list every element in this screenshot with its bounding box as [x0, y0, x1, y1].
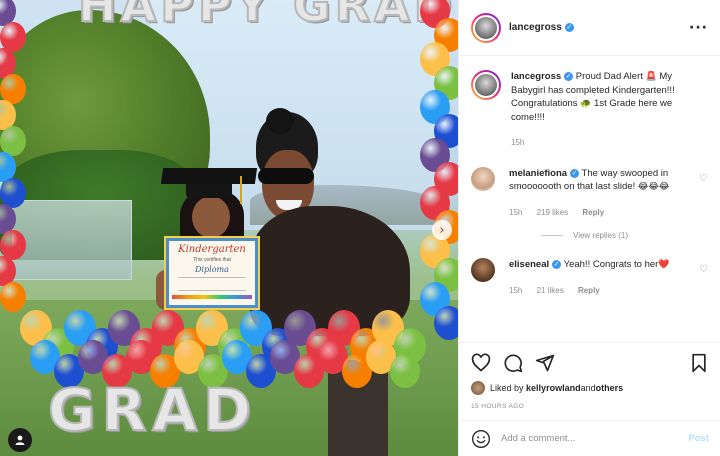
post-header: lancegross ✓ ···: [459, 0, 720, 56]
caption-avatar-ring[interactable]: [471, 70, 501, 100]
comment-time: 15h: [509, 208, 523, 217]
comments-list[interactable]: lancegross ✓ Proud Dad Alert 🚨 My Babygir…: [459, 56, 720, 342]
comment-like-heart-icon[interactable]: ♡: [699, 167, 708, 219]
caption-username[interactable]: lancegross: [511, 71, 561, 82]
graduation-tassel: [240, 176, 242, 204]
comment-icon[interactable]: [503, 353, 523, 373]
post-comment-button[interactable]: Post: [688, 433, 709, 444]
liker-avatar[interactable]: [471, 381, 485, 395]
comment-like-heart-icon[interactable]: ♡: [699, 258, 708, 297]
tagged-user-icon[interactable]: [8, 428, 32, 452]
mother-hair-bun: [266, 108, 294, 134]
commenter-avatar[interactable]: [471, 167, 495, 191]
commenter-avatar[interactable]: [471, 258, 495, 282]
verified-badge-icon: ✓: [570, 168, 580, 178]
author-avatar-ring[interactable]: [471, 12, 501, 43]
comment-text: Yeah!! Congrats to her: [561, 259, 659, 270]
post-caption: lancegross ✓ Proud Dad Alert 🚨 My Babygir…: [471, 70, 708, 149]
more-options-icon[interactable]: ···: [689, 20, 708, 36]
view-replies-label[interactable]: View replies (1): [573, 231, 628, 240]
liked-by-and: and: [580, 383, 596, 393]
verified-badge-icon: ✓: [564, 22, 574, 32]
verified-badge-icon: ✓: [564, 71, 574, 81]
glass-railing: [12, 200, 132, 280]
post-side-panel: lancegross ✓ ··· lancegross ✓ Proud Dad Al…: [458, 0, 720, 456]
comment-body: melaniefiona ✓ The way swooped in smooooo…: [509, 167, 687, 219]
comment-likes[interactable]: 219 likes: [537, 208, 569, 217]
certificate-subtitle: This certifies that: [193, 257, 231, 263]
add-comment-bar: Add a comment... Post: [459, 420, 720, 456]
share-direct-icon[interactable]: [535, 353, 555, 373]
liked-by-others[interactable]: others: [596, 383, 624, 393]
caption-text-1: Proud Dad Alert: [573, 71, 646, 82]
person-silhouette-icon: [15, 435, 25, 445]
caption-avatar[interactable]: [473, 72, 499, 98]
liked-by-user[interactable]: kellyrowland: [526, 383, 581, 393]
add-comment-input[interactable]: Add a comment...: [501, 433, 688, 444]
reply-button[interactable]: Reply: [578, 286, 600, 295]
post-timestamp[interactable]: 15 HOURS AGO: [471, 403, 709, 410]
author-username[interactable]: lancegross ✓: [509, 22, 574, 33]
foil-balloon-letters-top: HAPPY GRAD: [77, 0, 456, 33]
balloon: [434, 306, 458, 340]
sunglasses: [258, 168, 314, 184]
kindergarten-certificate: Kindergarten This certifies that Diploma: [166, 238, 258, 308]
caption-time: 15h: [511, 138, 525, 147]
action-icons-row: [471, 351, 709, 375]
turtle-emoji: 🐢: [580, 99, 592, 109]
caption-meta: 15h: [511, 136, 707, 149]
caption-body: lancegross ✓ Proud Dad Alert 🚨 My Babygir…: [511, 70, 707, 149]
liked-by-line: Liked by kellyrowland and others: [471, 381, 709, 395]
view-replies-button[interactable]: View replies (1): [541, 231, 708, 240]
graduation-cap-icon: [160, 168, 258, 184]
emoji-picker-icon[interactable]: [471, 429, 491, 449]
certificate-name: Diploma: [195, 265, 229, 274]
comment-item: eliseneal ✓ Yeah!! Congrats to her❤️ 15h …: [471, 258, 708, 297]
author-username-text[interactable]: lancegross: [509, 22, 562, 33]
reply-button[interactable]: Reply: [582, 208, 604, 217]
balloon: [0, 282, 26, 312]
comment-item: melaniefiona ✓ The way swooped in smooooo…: [471, 167, 708, 219]
certificate-rainbow-stripe: [172, 295, 252, 299]
balloon: [390, 354, 420, 388]
author-avatar[interactable]: [473, 14, 499, 41]
comment-likes[interactable]: 21 likes: [537, 286, 564, 295]
liked-by-prefix: Liked by: [490, 383, 524, 393]
comment-username[interactable]: melaniefiona: [509, 168, 567, 179]
next-slide-chevron-icon[interactable]: ›: [432, 220, 452, 240]
red-heart-emoji: ❤️: [658, 260, 670, 270]
comment-username[interactable]: eliseneal: [509, 259, 549, 270]
girl-face: [192, 196, 230, 238]
police-light-emoji: 🚨: [645, 72, 657, 82]
comment-meta: 15h 21 likes Reply: [509, 284, 687, 297]
heart-icon[interactable]: [471, 353, 491, 373]
laughing-emoji: 😂😂😂: [637, 182, 670, 192]
certificate-title: Kindergarten: [178, 244, 246, 255]
post-photo[interactable]: HAPPY GRAD Kindergarten This certifies t…: [0, 0, 458, 456]
comment-time: 15h: [509, 286, 523, 295]
certificate-lines: [178, 277, 246, 291]
comment-meta: 15h 219 likes Reply: [509, 206, 687, 219]
comment-body: eliseneal ✓ Yeah!! Congrats to her❤️ 15h …: [509, 258, 687, 297]
verified-badge-icon: ✓: [552, 259, 562, 269]
bookmark-icon[interactable]: [689, 353, 709, 373]
foil-balloon-letters-bottom: GRAD: [47, 375, 258, 445]
